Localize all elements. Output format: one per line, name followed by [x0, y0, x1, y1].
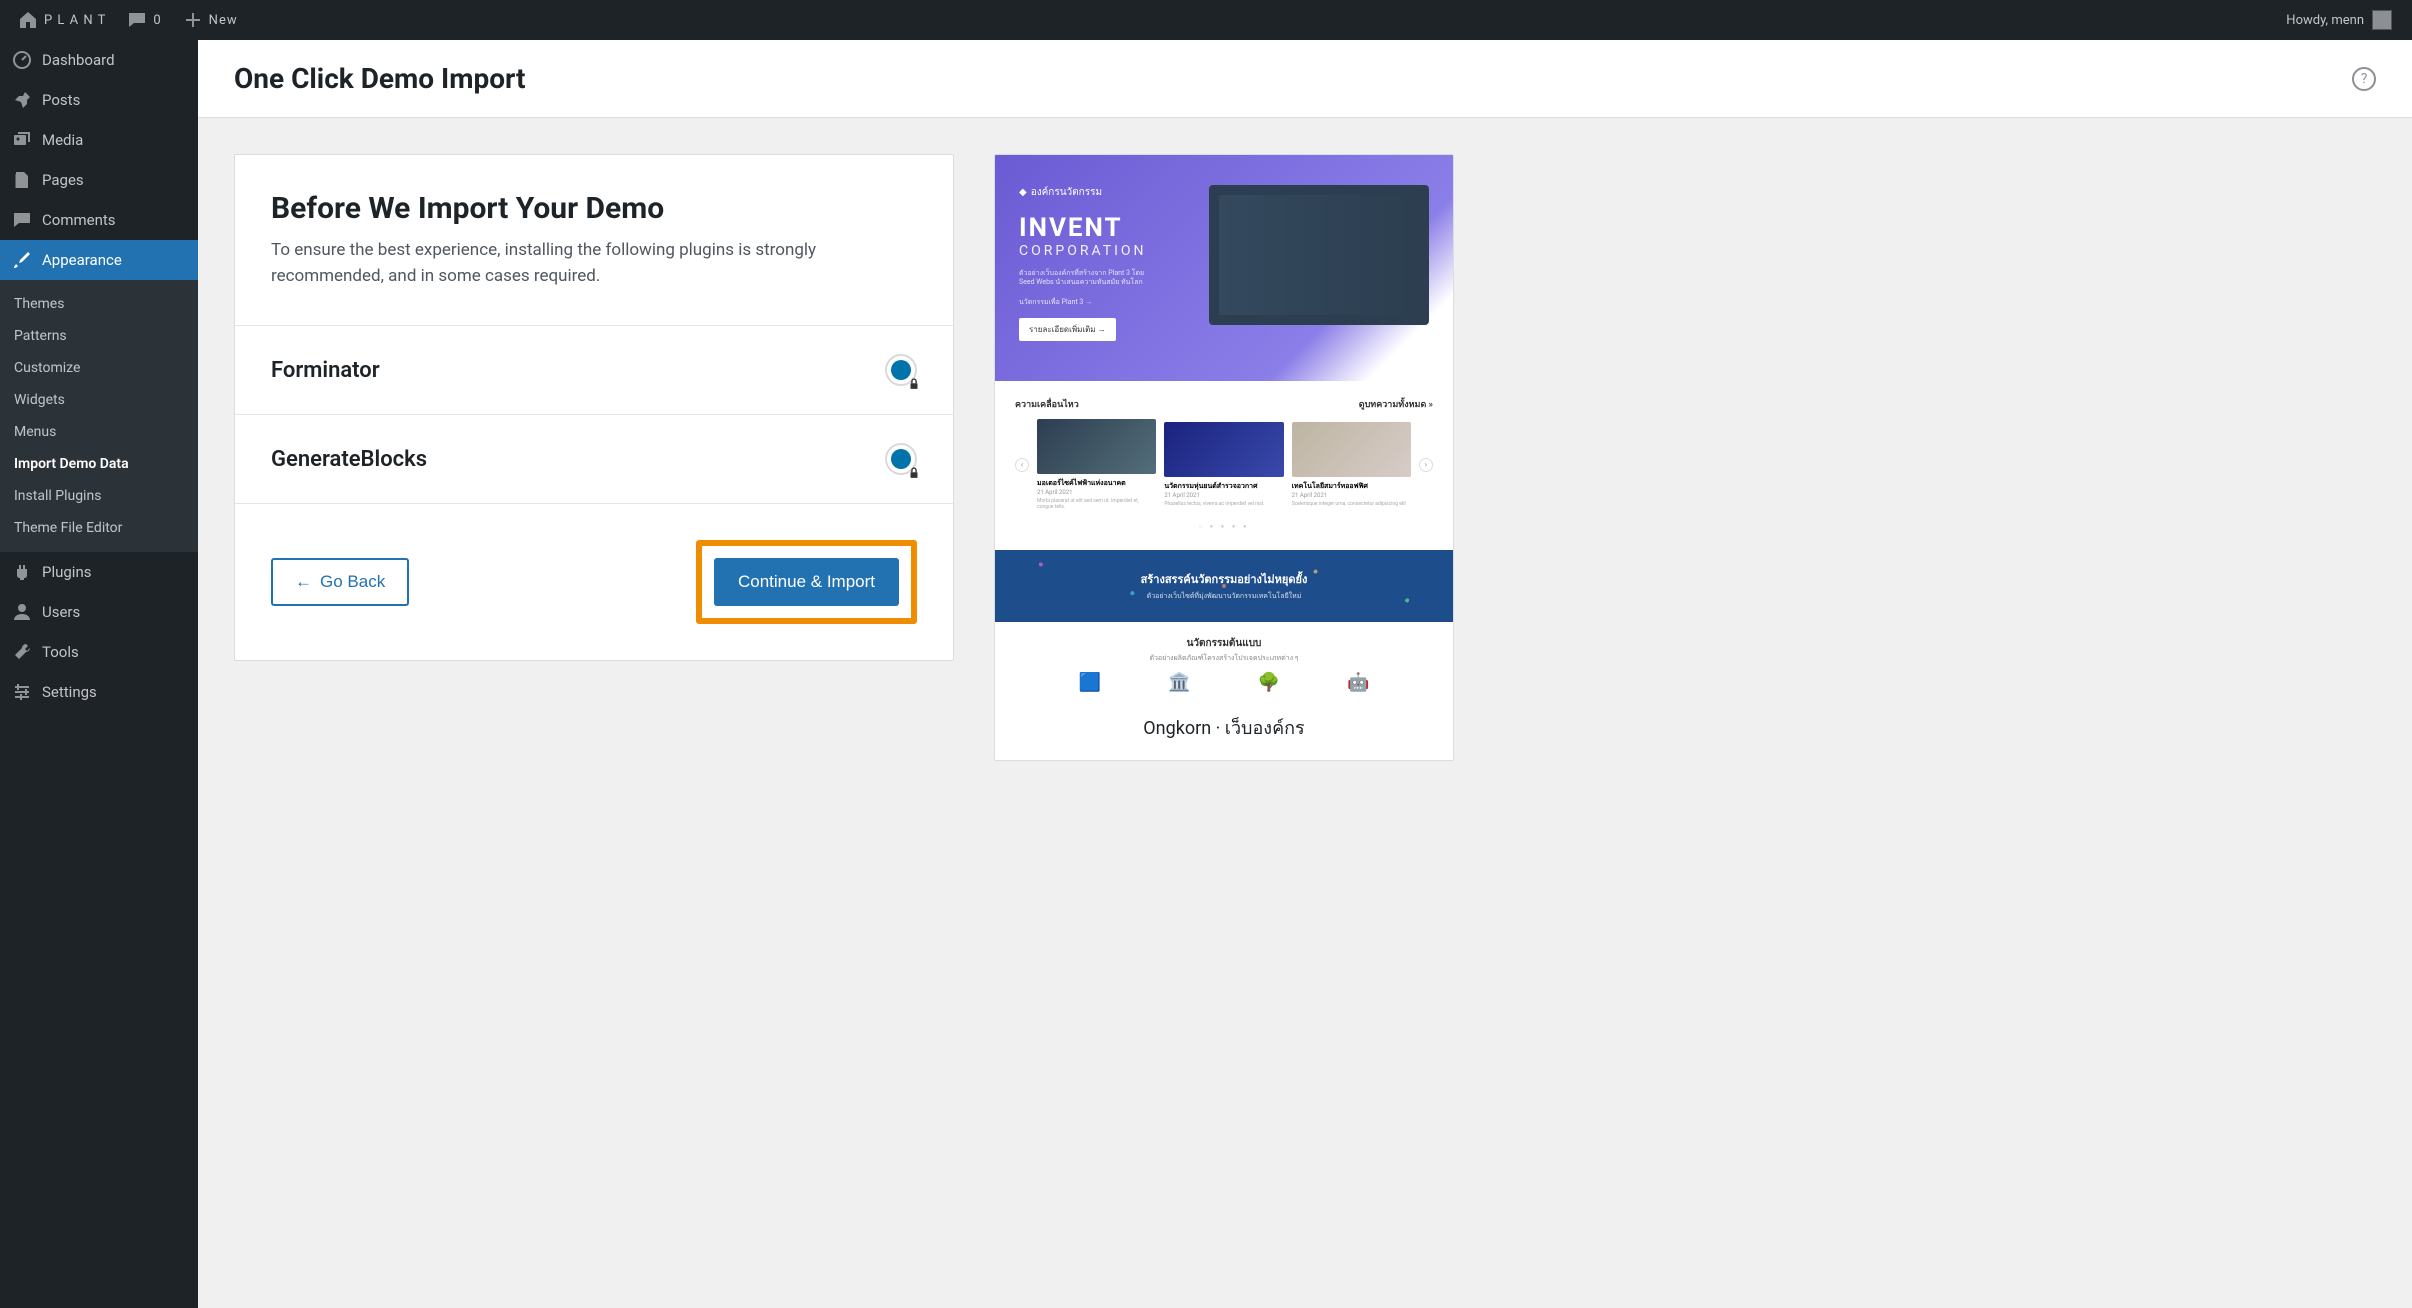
carousel-next-icon: › — [1419, 458, 1433, 472]
submenu-import-demo-data[interactable]: Import Demo Data — [0, 448, 198, 480]
sidebar-item-label: Tools — [42, 643, 79, 661]
preview-cta: รายละเอียดเพิ่มเติม → — [1019, 318, 1116, 341]
sidebar-item-media[interactable]: Media — [0, 120, 198, 160]
appearance-submenu: Themes Patterns Customize Widgets Menus … — [0, 280, 198, 552]
carousel-dots: ○ ● ● ● ● — [1015, 523, 1433, 530]
sidebar-item-comments[interactable]: Comments — [0, 200, 198, 240]
submenu-themes[interactable]: Themes — [0, 288, 198, 320]
submenu-patterns[interactable]: Patterns — [0, 320, 198, 352]
import-card: Before We Import Your Demo To ensure the… — [234, 154, 954, 661]
lock-icon — [907, 465, 921, 479]
brush-icon — [12, 250, 32, 270]
continue-highlight: Continue & Import — [696, 540, 917, 624]
go-back-label: Go Back — [320, 572, 385, 592]
plus-icon — [183, 10, 203, 30]
plugin-icon — [12, 562, 32, 582]
sidebar-item-users[interactable]: Users — [0, 592, 198, 632]
help-button[interactable]: ? — [2352, 67, 2376, 91]
wrench-icon — [12, 642, 32, 662]
plugin-row-forminator: Forminator — [235, 325, 953, 414]
preview-banner: สร้างสรรค์นวัตกรรมอย่างไม่หยุดยั้ง ตัวอย… — [995, 550, 1453, 622]
plugin-name: GenerateBlocks — [271, 447, 427, 472]
carousel-prev-icon: ‹ — [1015, 458, 1029, 472]
building-icon: 🏛️ — [1168, 672, 1190, 693]
sidebar-item-pages[interactable]: Pages — [0, 160, 198, 200]
page-icon — [12, 170, 32, 190]
preview-hero-subtitle: CORPORATION — [1019, 243, 1189, 259]
preview-hero-desc: ตัวอย่างเว็บองค์กรที่สร้างจาก Plant 3 โด… — [1019, 269, 1159, 289]
continue-import-button[interactable]: Continue & Import — [714, 558, 899, 606]
site-name: P L A N T — [44, 13, 106, 28]
lock-icon — [907, 376, 921, 390]
user-icon — [12, 602, 32, 622]
page-title: One Click Demo Import — [234, 62, 525, 95]
plugin-name: Forminator — [271, 358, 380, 383]
sidebar-item-label: Posts — [42, 91, 80, 109]
comment-count: 0 — [153, 13, 161, 28]
sidebar-item-label: Media — [42, 131, 83, 149]
preview-logo: ◆ องค์กรนวัตกรรม — [1019, 185, 1189, 200]
preview-hero-title: INVENT — [1019, 214, 1189, 243]
arrow-left-icon: ← — [295, 572, 312, 592]
sidebar-item-label: Dashboard — [42, 51, 115, 69]
sidebar-item-label: Users — [42, 603, 80, 621]
go-back-button[interactable]: ← Go Back — [271, 558, 409, 606]
preview-icons-section: นวัตกรรมต้นแบบ ตัวอย่างผลิตภัณฑ์โครงสร้า… — [995, 622, 1453, 701]
sidebar-item-appearance[interactable]: Appearance — [0, 240, 198, 280]
plugin-row-generateblocks: GenerateBlocks — [235, 414, 953, 503]
preview-card-item: เทคโนโลยีสมาร์ทออฟฟิศ 21 April 2021 Scel… — [1292, 422, 1411, 508]
preview-section-more: ดูบทความทั้งหมด » — [1359, 397, 1433, 411]
sidebar-item-dashboard[interactable]: Dashboard — [0, 40, 198, 80]
sidebar-item-plugins[interactable]: Plugins — [0, 552, 198, 592]
preview-hero-image — [1209, 185, 1429, 325]
submenu-customize[interactable]: Customize — [0, 352, 198, 384]
settings-icon — [12, 682, 32, 702]
dashboard-icon — [12, 50, 32, 70]
submenu-widgets[interactable]: Widgets — [0, 384, 198, 416]
robot-icon: 🤖 — [1347, 672, 1369, 693]
submenu-menus[interactable]: Menus — [0, 416, 198, 448]
demo-name: Ongkorn · เว็บองค์กร — [995, 695, 1453, 760]
sidebar-item-posts[interactable]: Posts — [0, 80, 198, 120]
sidebar-item-label: Comments — [42, 211, 116, 229]
site-home-link[interactable]: P L A N T — [10, 0, 114, 40]
sidebar-item-tools[interactable]: Tools — [0, 632, 198, 672]
sidebar-item-label: Appearance — [42, 251, 122, 269]
tree-icon: 🌳 — [1258, 672, 1280, 693]
new-content-link[interactable]: New — [175, 0, 246, 40]
sidebar-item-label: Pages — [42, 171, 84, 189]
sidebar-item-label: Settings — [42, 683, 97, 701]
comment-icon — [12, 210, 32, 230]
admin-sidebar: Dashboard Posts Media Pages Comments App… — [0, 40, 198, 1308]
user-menu[interactable]: Howdy, menn — [2286, 10, 2402, 30]
page-header: One Click Demo Import ? — [198, 40, 2412, 118]
submenu-theme-file-editor[interactable]: Theme File Editor — [0, 512, 198, 544]
new-label: New — [209, 13, 238, 28]
greeting: Howdy, menn — [2286, 13, 2364, 28]
submenu-install-plugins[interactable]: Install Plugins — [0, 480, 198, 512]
comments-link[interactable]: 0 — [119, 0, 169, 40]
cube-icon: 🟦 — [1079, 672, 1101, 693]
pin-icon — [12, 90, 32, 110]
sidebar-item-settings[interactable]: Settings — [0, 672, 198, 712]
home-icon — [18, 10, 38, 30]
card-description: To ensure the best experience, installin… — [271, 238, 917, 289]
preview-hero-desc2: นวัตกรรมเพื่อ Plant 3 → — [1019, 298, 1159, 308]
media-icon — [12, 130, 32, 150]
demo-preview-thumbnail: ◆ องค์กรนวัตกรรม INVENT CORPORATION ตัวอ… — [995, 155, 1453, 695]
card-title: Before We Import Your Demo — [271, 191, 917, 226]
sidebar-item-label: Plugins — [42, 563, 91, 581]
preview-card-item: นวัตกรรมหุ่นยนต์สำรวจอวกาศ 21 April 2021… — [1164, 422, 1283, 508]
preview-section-title: ความเคลื่อนไหว — [1015, 397, 1079, 411]
comment-icon — [127, 10, 147, 30]
demo-preview-card: ◆ องค์กรนวัตกรรม INVENT CORPORATION ตัวอ… — [994, 154, 1454, 761]
avatar — [2372, 10, 2392, 30]
preview-card-item: มอเตอร์ไซค์ไฟฟ้าแห่งอนาคต 21 April 2021 … — [1037, 419, 1156, 511]
